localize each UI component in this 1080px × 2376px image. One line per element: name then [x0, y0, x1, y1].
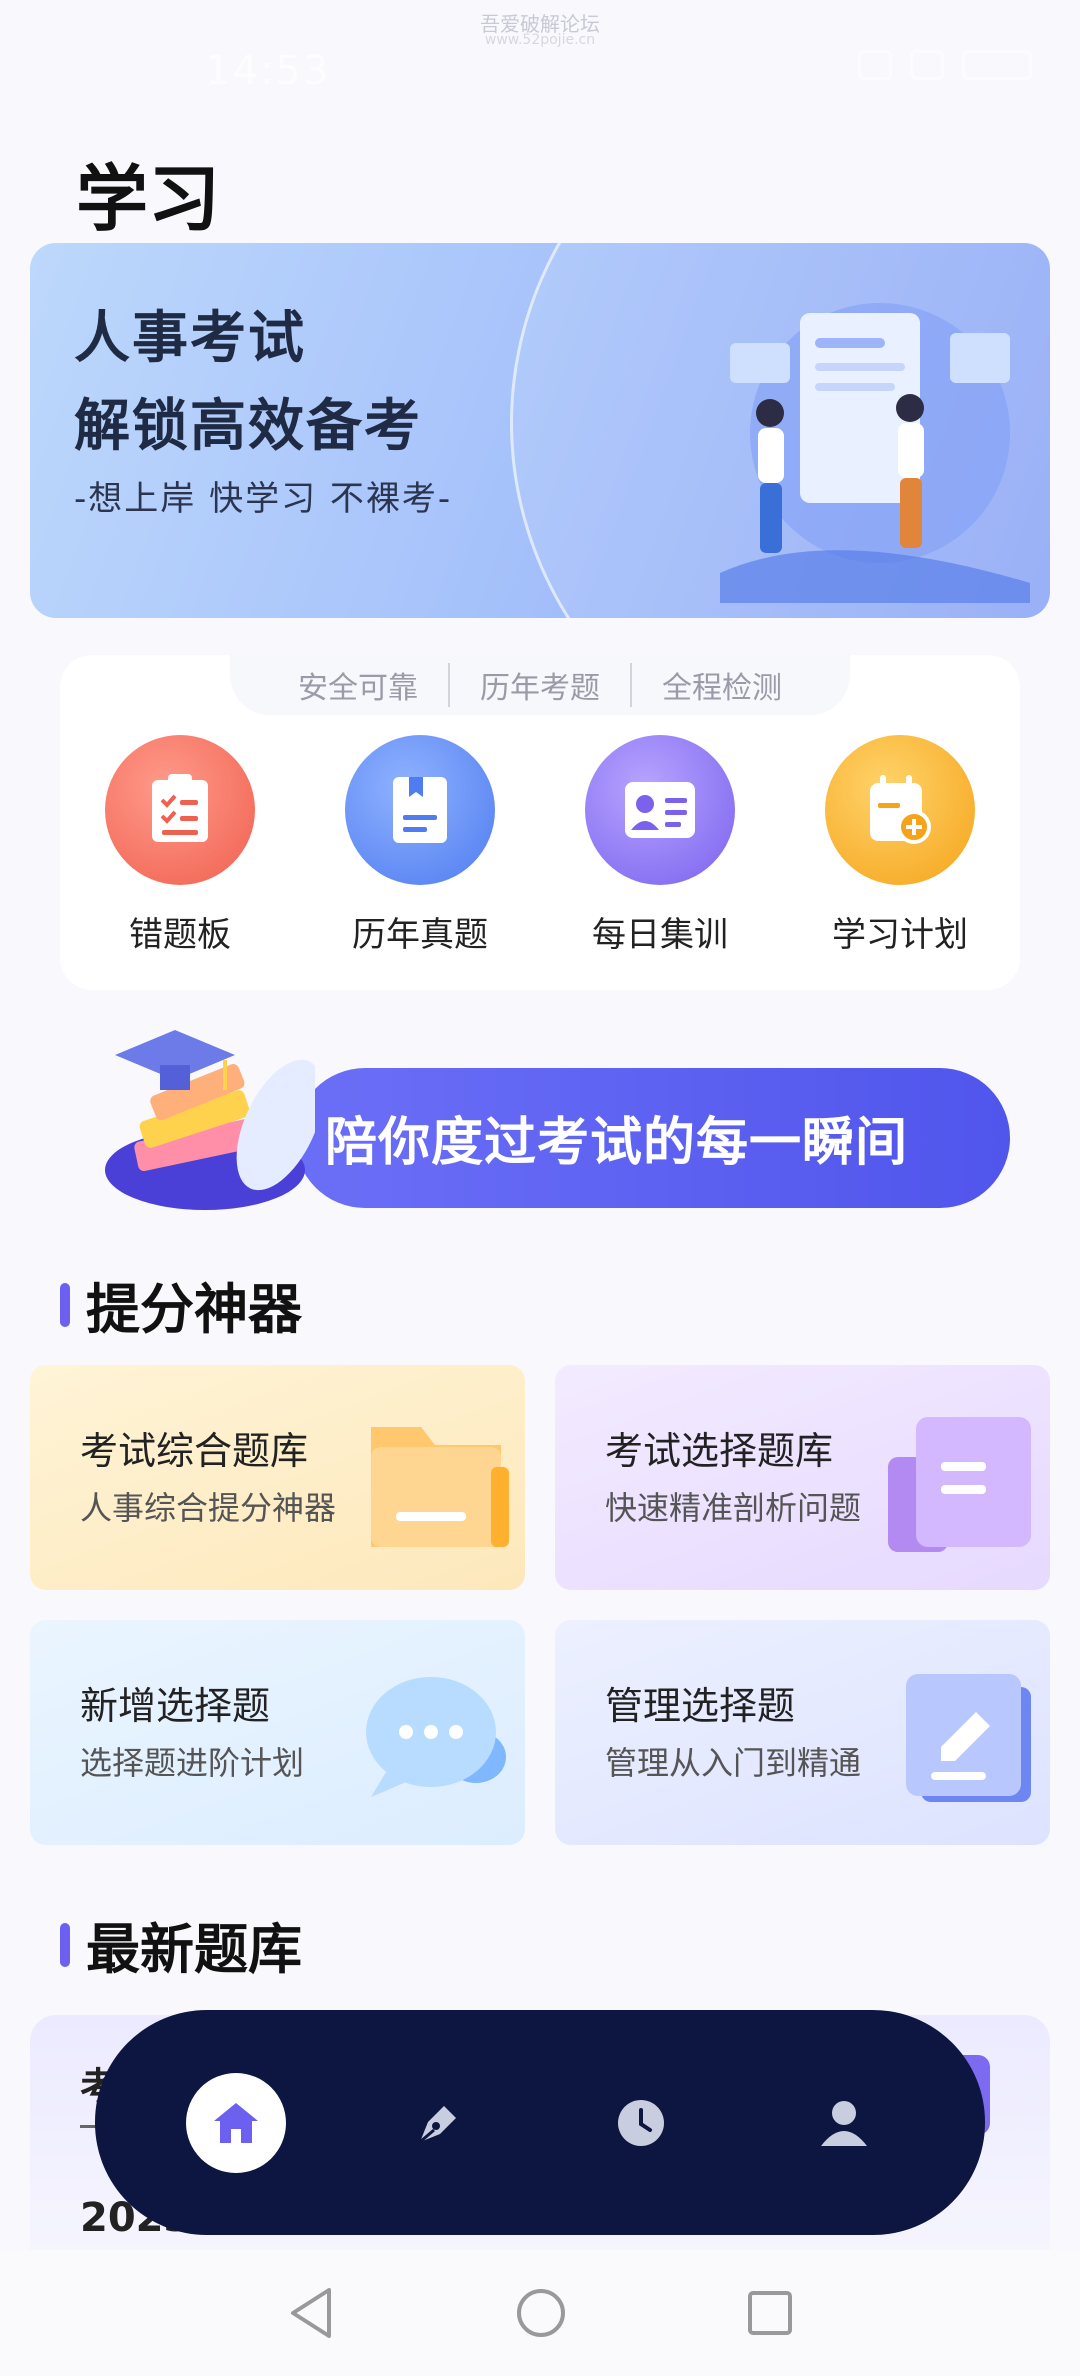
- tool-card-title: 新增选择题: [80, 1684, 271, 1728]
- hero-line1: 人事考试: [74, 306, 306, 371]
- recents-icon[interactable]: [747, 2290, 793, 2336]
- tool-card-subtitle: 选择题进阶计划: [80, 1744, 305, 1782]
- system-nav-bar: [0, 2250, 1080, 2376]
- quick-item-label: 每日集训: [592, 915, 728, 955]
- feature-tags: 安全可靠 历年考题 全程检测: [230, 655, 850, 715]
- home-circle-icon[interactable]: [515, 2287, 567, 2339]
- nav-tab-home[interactable]: [186, 2072, 287, 2173]
- chat-bubble-icon: [366, 1677, 506, 1797]
- book-icon: [345, 735, 495, 885]
- pen-icon: [418, 2105, 456, 2143]
- status-time: 14:53: [205, 48, 331, 94]
- quick-item-study-plan[interactable]: 学习计划: [800, 735, 1000, 956]
- hero-line2: 解锁高效备考: [74, 394, 422, 459]
- back-icon[interactable]: [287, 2286, 335, 2340]
- status-icons: [858, 50, 1032, 80]
- nav-tab-profile[interactable]: [794, 2073, 894, 2173]
- quick-item-label: 学习计划: [832, 915, 968, 955]
- feature-tag: 安全可靠: [298, 671, 418, 706]
- nav-tab-history[interactable]: [591, 2073, 691, 2173]
- tool-card-subtitle: 快速精准剖析问题: [605, 1489, 862, 1527]
- document-icon: [888, 1417, 1031, 1552]
- clock-icon: [618, 2099, 665, 2146]
- edit-icon: [906, 1674, 1031, 1802]
- section-title-text: 最新题库: [86, 1918, 302, 1981]
- hero-slogan: -想上岸 快学习 不裸考-: [74, 479, 453, 519]
- signal-icon: [858, 50, 892, 80]
- section-title-text: 提分神器: [86, 1278, 302, 1341]
- quick-item-wrong-answers[interactable]: 错题板: [80, 735, 280, 956]
- section-title-boost: 提分神器: [60, 1265, 302, 1344]
- graduation-books-icon: [105, 1030, 315, 1210]
- page-title: 学习: [76, 157, 221, 241]
- quick-item-label: 错题板: [129, 915, 231, 955]
- tool-card-subtitle: 管理从入门到精通: [605, 1744, 862, 1782]
- id-card-icon: [585, 735, 735, 885]
- tool-card-new-choice[interactable]: 新增选择题 选择题进阶计划: [30, 1620, 525, 1845]
- tool-card-manage-choice[interactable]: 管理选择题 管理从入门到精通: [555, 1620, 1050, 1845]
- home-icon: [214, 2102, 259, 2143]
- section-title-latest: 最新题库: [60, 1905, 302, 1984]
- watermark-url: www.52pojie.cn: [484, 32, 596, 48]
- tool-card-comprehensive-bank[interactable]: 考试综合题库 人事综合提分神器: [30, 1365, 525, 1590]
- promo-banner[interactable]: 陪你度过考试的每一瞬间: [95, 1020, 1010, 1210]
- battery-icon: [962, 50, 1032, 80]
- checklist-icon: [105, 735, 255, 885]
- user-icon: [820, 2100, 867, 2146]
- study-illustration-icon: [720, 303, 1030, 603]
- hero-banner[interactable]: 人事考试 解锁高效备考 -想上岸 快学习 不裸考-: [30, 243, 1050, 618]
- tool-card-title: 考试综合题库: [80, 1429, 309, 1473]
- calendar-add-icon: [825, 735, 975, 885]
- nav-tab-practice[interactable]: [389, 2073, 489, 2173]
- tool-card-title: 考试选择题库: [605, 1429, 834, 1473]
- tool-card-title: 管理选择题: [605, 1684, 796, 1728]
- quick-item-label: 历年真题: [352, 915, 488, 955]
- quick-item-past-exams[interactable]: 历年真题: [320, 735, 520, 956]
- folder-icon: [371, 1427, 509, 1547]
- tool-card-subtitle: 人事综合提分神器: [80, 1489, 337, 1527]
- quick-actions-card: 安全可靠 历年考题 全程检测 错题板 历年真题 每日集训 学习计划: [60, 655, 1020, 990]
- tool-card-choice-bank[interactable]: 考试选择题库 快速精准剖析问题: [555, 1365, 1050, 1590]
- feature-tag: 全程检测: [630, 663, 812, 707]
- bottom-nav: [95, 2010, 985, 2235]
- feature-tag: 历年考题: [448, 663, 630, 707]
- wifi-icon: [910, 50, 944, 80]
- status-bar: 吾爱破解论坛 www.52pojie.cn 14:53: [0, 0, 1080, 130]
- quick-item-daily-training[interactable]: 每日集训: [560, 735, 760, 956]
- promo-text: 陪你度过考试的每一瞬间: [325, 1113, 909, 1173]
